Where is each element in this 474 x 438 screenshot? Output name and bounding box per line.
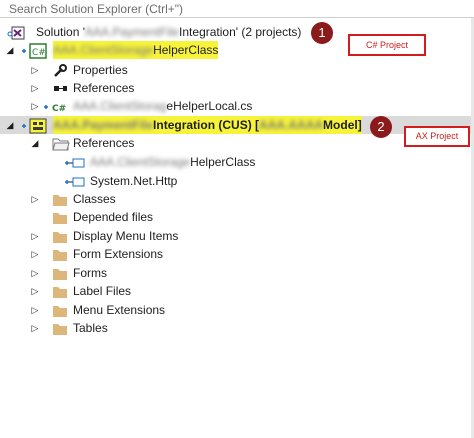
tree-row-folder[interactable]: ▷ Forms [0,264,474,282]
tree-row-folder[interactable]: ▷ Menu Extensions [0,301,474,319]
tree-row-cs-file[interactable]: ▷ C# AAA.ClientStorageHelperLocal.cs [0,97,474,115]
csharp-project-icon: C# [22,43,47,59]
assembly-reference-icon [65,158,85,168]
ax-project-icon [22,118,47,134]
svg-text:C#: C# [52,104,66,114]
solution-label: Solution 'AAA.PaymentFileIntegration' (2… [36,25,302,39]
folder-open-icon [52,138,70,151]
folder-icon [53,306,67,317]
ref-system-net-http-label: System.Net.Http [90,174,178,188]
tree-row-references-project2[interactable]: ◢ References [0,134,474,152]
chevron-expanded-icon[interactable]: ◢ [5,41,15,59]
folder-icon [53,324,67,335]
redacted-file-name: AAA.ClientStorag [73,99,167,113]
chevron-collapsed-icon[interactable]: ▷ [30,61,40,79]
redacted-project2-name: AAA.PaymentFile [53,118,154,132]
solution-icon [7,26,25,40]
folder-icon [53,287,67,298]
chevron-expanded-icon[interactable]: ◢ [5,116,15,134]
folder-label: Forms [73,266,107,280]
tree-row-properties[interactable]: ▷ Properties [0,61,474,79]
tree-row-folder[interactable]: ▷ Label Files [0,282,474,300]
chevron-collapsed-icon[interactable]: ▷ [30,227,40,245]
redacted-ref-name: AAA.ClientStorage [90,155,191,169]
search-divider [0,17,474,18]
search-input[interactable]: Search Solution Explorer (Ctrl+") [0,0,472,17]
references-icon [54,86,67,91]
folder-icon [53,213,67,224]
tree-row-folder[interactable]: Depended files [0,208,474,226]
folder-label: Label Files [73,284,132,298]
chevron-collapsed-icon[interactable]: ▷ [30,245,40,263]
chevron-collapsed-icon[interactable]: ▷ [30,97,40,115]
tree-row-project-ax[interactable]: ◢ AAA.PaymentFileIntegration (CUS) [AAA.… [0,116,474,134]
folder-label: Display Menu Items [73,229,179,243]
folder-label: Form Extensions [73,247,164,261]
tree-row-ref-system-net-http[interactable]: System.Net.Http [0,172,474,190]
folder-icon [53,195,67,206]
project2-label: AAA.PaymentFileIntegration (CUS) [AAA.AA… [53,116,362,134]
assembly-reference-icon [65,177,85,187]
wrench-icon [54,64,67,77]
redacted-solution-name: AAA.PaymentFile [85,25,180,39]
project1-label: AAA.ClientStorageHelperClass [53,41,219,59]
chevron-expanded-icon[interactable]: ◢ [30,134,40,152]
chevron-collapsed-icon[interactable]: ▷ [30,282,40,300]
tree-row-folder[interactable]: ▷ Display Menu Items [0,227,474,245]
folder-icon [53,269,67,280]
folder-icon [53,232,67,243]
tree-row-folder[interactable]: ▷ Classes [0,190,474,208]
redacted-project1-name: AAA.ClientStorage [53,43,154,57]
annotation-note-ax: AX Project [404,126,470,147]
annotation-badge-1: 1 [311,22,333,44]
csharp-file-icon: C# [44,104,66,114]
chevron-collapsed-icon[interactable]: ▷ [30,301,40,319]
references2-label: References [73,136,135,150]
folder-label: Classes [73,192,116,206]
chevron-collapsed-icon[interactable]: ▷ [30,190,40,208]
folder-label: Depended files [73,210,154,224]
annotation-badge-2: 2 [370,116,392,138]
references-label: References [73,81,135,95]
cs-file-label: AAA.ClientStorageHelperLocal.cs [73,99,253,113]
ref-helperclass-label: AAA.ClientStorageHelperClass [90,155,256,169]
chevron-collapsed-icon[interactable]: ▷ [30,79,40,97]
folder-label: Tables [73,321,108,335]
chevron-collapsed-icon[interactable]: ▷ [30,264,40,282]
tree-row-folder[interactable]: ▷ Form Extensions [0,245,474,263]
search-placeholder: Search Solution Explorer (Ctrl+") [9,2,183,16]
annotation-note-csharp: C# Project [348,34,426,56]
tree-row-folder[interactable]: ▷ Tables [0,319,474,337]
folder-icon [53,250,67,261]
chevron-collapsed-icon[interactable]: ▷ [30,319,40,337]
tree-row-ref-helperclass[interactable]: AAA.ClientStorageHelperClass [0,153,474,171]
properties-label: Properties [73,63,128,77]
svg-text:C#: C# [32,48,46,58]
tree-row-references-project1[interactable]: ▷ References [0,79,474,97]
folder-label: Menu Extensions [73,303,166,317]
redacted-model-name: AAA.AAAA [259,118,324,132]
